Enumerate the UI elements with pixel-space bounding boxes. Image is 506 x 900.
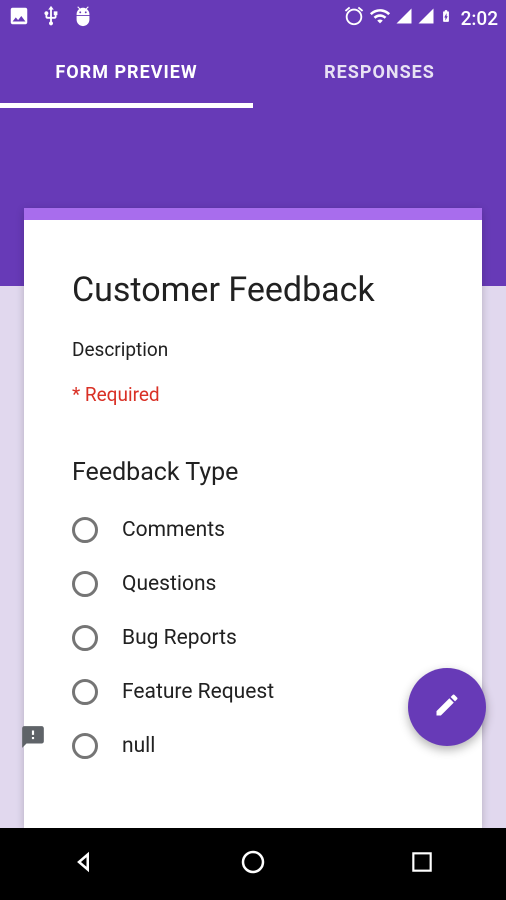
tab-label: FORM PREVIEW	[55, 62, 197, 83]
main-area: Customer Feedback Description * Required…	[0, 108, 506, 828]
radio-label: Comments	[122, 518, 225, 542]
radio-option-bug-reports[interactable]: Bug Reports	[72, 625, 434, 651]
recent-icon	[409, 849, 435, 879]
home-icon	[238, 847, 268, 881]
radio-label: Feature Request	[122, 680, 274, 704]
radio-option-null[interactable]: null	[72, 733, 434, 759]
form-card-accent	[24, 208, 482, 220]
nav-back-button[interactable]	[59, 839, 109, 889]
nav-bar	[0, 828, 506, 900]
pencil-icon	[433, 691, 461, 723]
tab-responses[interactable]: RESPONSES	[253, 36, 506, 108]
usb-icon	[40, 5, 62, 31]
required-label: * Required	[72, 383, 434, 406]
app-header: FORM PREVIEW RESPONSES	[0, 36, 506, 108]
nav-home-button[interactable]	[228, 839, 278, 889]
signal-icon-1	[395, 7, 413, 29]
wifi-icon	[369, 5, 391, 31]
alarm-icon	[343, 5, 365, 31]
status-bar: 2:02	[0, 0, 506, 36]
signal-icon-2	[417, 7, 435, 29]
nav-recent-button[interactable]	[397, 839, 447, 889]
tabs-container: FORM PREVIEW RESPONSES	[0, 36, 506, 108]
radio-label: Questions	[122, 572, 216, 596]
battery-charging-icon	[439, 5, 453, 31]
form-title: Customer Feedback	[72, 270, 434, 310]
radio-icon	[72, 625, 98, 651]
radio-label: null	[122, 734, 155, 758]
question-title: Feedback Type	[72, 458, 434, 487]
radio-icon	[72, 571, 98, 597]
back-icon	[69, 847, 99, 881]
tab-label: RESPONSES	[324, 62, 435, 83]
radio-option-feature-request[interactable]: Feature Request	[72, 679, 434, 705]
debug-icon	[72, 5, 94, 31]
radio-option-questions[interactable]: Questions	[72, 571, 434, 597]
radio-icon	[72, 517, 98, 543]
status-time: 2:02	[461, 7, 498, 30]
image-icon	[8, 5, 30, 31]
radio-label: Bug Reports	[122, 626, 237, 650]
radio-icon	[72, 679, 98, 705]
edit-fab[interactable]	[408, 668, 486, 746]
radio-option-comments[interactable]: Comments	[72, 517, 434, 543]
feedback-icon[interactable]	[20, 724, 46, 750]
tab-form-preview[interactable]: FORM PREVIEW	[0, 36, 253, 108]
form-card: Customer Feedback Description * Required…	[24, 208, 482, 828]
form-description: Description	[72, 338, 434, 361]
radio-icon	[72, 733, 98, 759]
